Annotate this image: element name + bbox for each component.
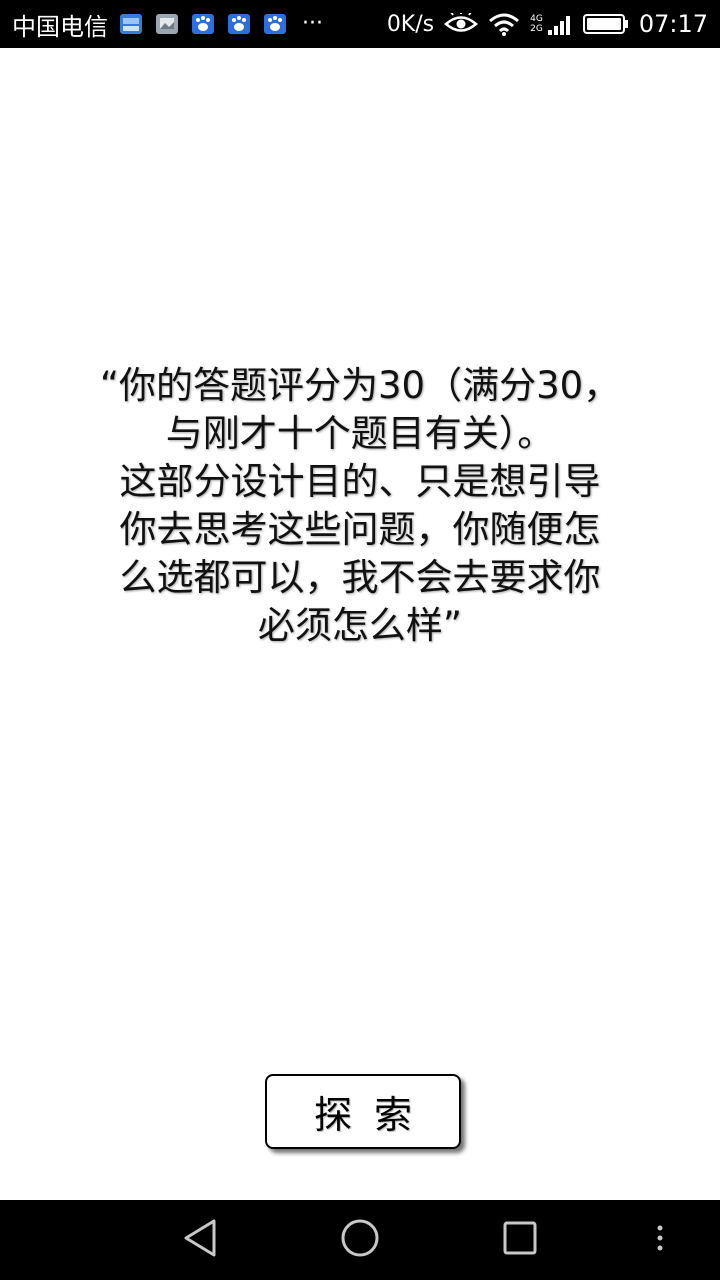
navigation-bar bbox=[0, 1200, 720, 1280]
eye-comfort-icon bbox=[444, 12, 479, 36]
status-left: 中国电信 ··· bbox=[12, 7, 323, 42]
carrier-name: 中国电信 bbox=[12, 12, 108, 41]
main-content: “你的答题评分为30（满分30， 与刚才十个题目有关）。 这部分设计目的、只是想… bbox=[0, 48, 720, 1200]
gallery-app-icon bbox=[154, 12, 180, 36]
message-app-icon bbox=[118, 12, 144, 36]
back-button[interactable] bbox=[170, 1214, 230, 1266]
home-button[interactable] bbox=[330, 1214, 390, 1266]
baidu-paw-icon bbox=[262, 12, 288, 36]
cell-signal-icon bbox=[547, 12, 573, 36]
more-notifications-indicator: ··· bbox=[302, 11, 323, 36]
network-type-4g: 4G bbox=[530, 14, 543, 24]
network-type-labels: 4G 2G bbox=[530, 14, 543, 34]
menu-button[interactable] bbox=[630, 1214, 690, 1266]
baidu-paw-icon bbox=[190, 12, 216, 36]
result-message: “你的答题评分为30（满分30， 与刚才十个题目有关）。 这部分设计目的、只是想… bbox=[85, 362, 635, 650]
back-triangle-icon bbox=[182, 1218, 218, 1262]
result-message-line: 必须怎么样” bbox=[257, 604, 463, 647]
home-circle-icon bbox=[340, 1218, 380, 1262]
result-message-line: 与刚才十个题目有关）。 bbox=[165, 412, 555, 455]
status-clock: 07:17 bbox=[638, 10, 708, 38]
baidu-paw-icon bbox=[226, 12, 252, 36]
result-message-line: 么选都可以，我不会去要求你 bbox=[119, 556, 601, 599]
battery-full-icon bbox=[582, 12, 629, 36]
result-message-line: “你的答题评分为30（满分30， bbox=[99, 364, 621, 407]
recents-button[interactable] bbox=[490, 1214, 550, 1266]
network-type-2g: 2G bbox=[530, 24, 543, 34]
menu-dots-icon bbox=[655, 1223, 665, 1257]
wifi-icon bbox=[488, 12, 520, 36]
result-message-line: 你去思考这些问题，你随便怎 bbox=[119, 508, 601, 551]
recents-square-icon bbox=[502, 1220, 538, 1260]
status-bar: 中国电信 ··· 0K/s 4G 2G 07:17 bbox=[0, 0, 720, 48]
status-right: 0K/s 4G 2G 07:17 bbox=[387, 10, 708, 38]
explore-button[interactable]: 探索 bbox=[265, 1074, 461, 1149]
result-message-line: 这部分设计目的、只是想引导 bbox=[119, 460, 601, 503]
network-speed: 0K/s bbox=[386, 11, 435, 37]
